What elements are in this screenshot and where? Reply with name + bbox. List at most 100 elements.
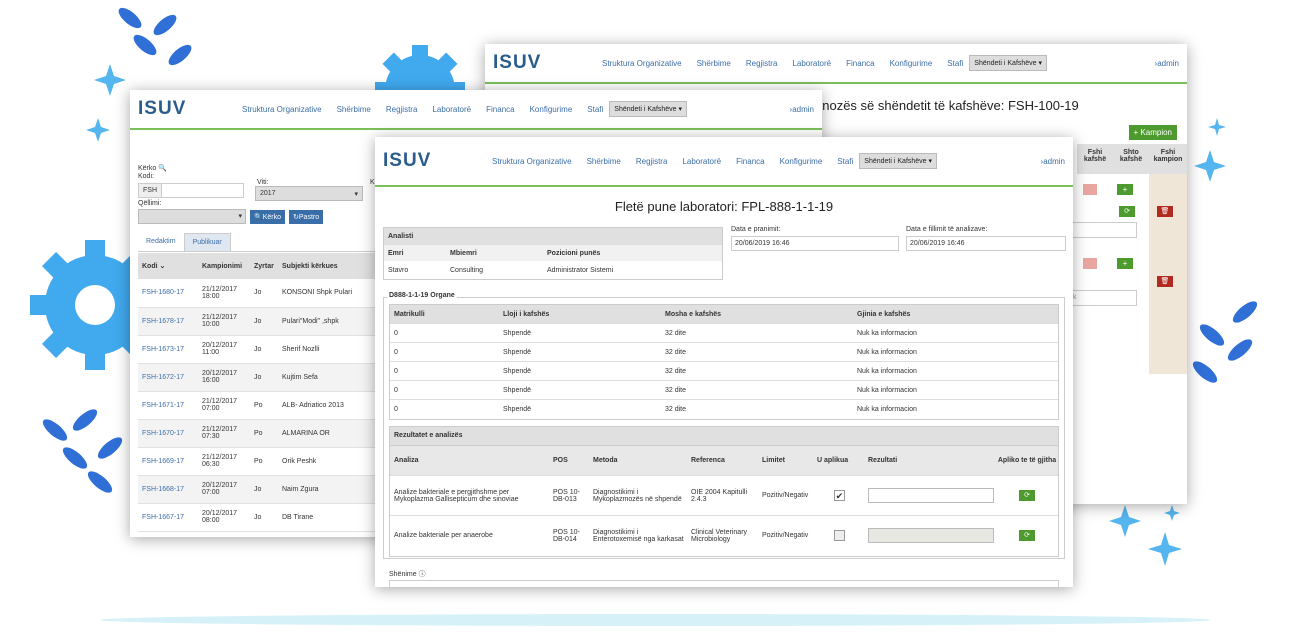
table-row[interactable]: FSH-1668-17 20/12/2017 07:00 Jo Naim Zgura [138, 475, 378, 503]
nav-stafi[interactable]: Stafi [587, 105, 603, 114]
dept-select[interactable]: Shëndeti i Kafshëve ▾ [609, 101, 688, 117]
table-row[interactable]: FSH-1669-17 21/12/2017 06:30 Po Orik Peshk [138, 447, 378, 475]
text-input[interactable] [1069, 222, 1137, 238]
text-input[interactable]: k [1069, 290, 1137, 306]
nav-konfigurime[interactable]: Konfigurime [890, 59, 933, 68]
user-menu[interactable]: ›admin [1155, 59, 1179, 68]
row-subject: ALMARINA OR [282, 429, 330, 437]
refresh-icon[interactable]: ⟳ [1119, 206, 1135, 217]
nav-struktura[interactable]: Struktura Organizative [602, 59, 682, 68]
nav-konfigurime[interactable]: Konfigurime [780, 157, 823, 166]
nav-regjistra[interactable]: Regjistra [386, 105, 418, 114]
trash-icon[interactable]: 🗑 [1157, 276, 1173, 287]
dept-select[interactable]: Shëndeti i Kafshëve ▾ [859, 153, 938, 169]
row-code[interactable]: FSH-1667-17 [138, 503, 202, 531]
row-subject: ALB- Adriatico 2013 [282, 401, 344, 409]
nav-financa[interactable]: Financa [486, 105, 514, 114]
refresh-icon[interactable]: ⟳ [1019, 490, 1035, 501]
search-button[interactable]: 🔍Kërko [250, 209, 286, 224]
nav-sherbime[interactable]: Shërbime [697, 59, 731, 68]
nav-struktura[interactable]: Struktura Organizative [492, 157, 572, 166]
check-icon[interactable]: ✔ [834, 490, 845, 501]
col-mosha: Mosha e kafshës [665, 310, 722, 318]
table-row[interactable]: FSH-1673-17 20/12/2017 11:00 Jo Sherif Nozll… [138, 335, 378, 363]
nav-stafi[interactable]: Stafi [947, 59, 963, 68]
row-matrikulli: 0 [394, 405, 398, 413]
row-subject: Orik Peshk [282, 457, 317, 465]
logo: ISUV [383, 150, 432, 171]
nav-regjistra[interactable]: Regjistra [746, 59, 778, 68]
table-row[interactable]: FSH-1672-17 20/12/2017 16:00 Jo Kujtim Sefa [138, 363, 378, 391]
nav-regjistra[interactable]: Regjistra [636, 157, 668, 166]
logo: ISUV [493, 52, 542, 73]
nav-sherbime[interactable]: Shërbime [337, 105, 371, 114]
table-row[interactable]: FSH-1670-17 21/12/2017 07:30 Po ALMARINA OR [138, 419, 378, 447]
result-input[interactable] [868, 528, 994, 544]
nav-struktura[interactable]: Struktura Organizative [242, 105, 322, 114]
table-row: Analize bakteriale e pergjithshme per My… [390, 475, 1058, 516]
row-zyrtar: Po [254, 401, 263, 409]
row-code[interactable]: FSH-1670-17 [138, 419, 202, 447]
row-code[interactable]: FSH-1673-17 [138, 335, 202, 363]
trash-icon[interactable]: 🗑 [1157, 206, 1173, 217]
nav-laboratore[interactable]: Laboratorë [432, 105, 471, 114]
row-zyrtar: Jo [254, 373, 262, 381]
delete-animal-button[interactable] [1083, 258, 1097, 269]
search-panel: Kërko 🔍 Kodi: Viti: K FSH 2017 ▾ Qëllimi:… [138, 164, 375, 224]
navbar: ISUV Struktura Organizative Shërbime Reg… [375, 137, 1073, 187]
row-subject: Naim Zgura [282, 485, 319, 493]
date-start-input[interactable]: 20/06/2019 16:46 [906, 236, 1066, 251]
col-analiza: Analiza [394, 457, 419, 464]
add-animal-button[interactable]: + [1117, 184, 1133, 195]
dept-select[interactable]: Shëndeti i Kafshëve ▾ [969, 55, 1048, 71]
row-date: 21/12/2017 07:30 [202, 426, 238, 440]
row-pos: POS 10-DB-013 [553, 488, 580, 503]
checkbox[interactable] [834, 530, 845, 542]
nav-sherbime[interactable]: Shërbime [587, 157, 621, 166]
user-menu[interactable]: ›admin [1041, 157, 1065, 166]
page-title: gnozës së shëndetit të kafshëve: FSH-100… [815, 98, 1079, 113]
row-date: 21/12/2017 07:00 [202, 398, 238, 412]
row-mosha: 32 dite [665, 329, 687, 337]
notes-textarea[interactable] [389, 580, 1059, 587]
date-received-input[interactable]: 20/06/2019 16:46 [731, 236, 899, 251]
table-row[interactable]: FSH-1667-17 20/12/2017 08:00 Jo DB Tirane [138, 503, 378, 531]
row-lloji: Shpendë [503, 386, 532, 394]
kodi-field[interactable]: FSH [138, 183, 244, 198]
row-mosha: 32 dite [665, 367, 687, 375]
sort-icon[interactable]: ⌄ [160, 263, 166, 270]
row-code[interactable]: FSH-1671-17 [138, 391, 202, 419]
add-sample-button[interactable]: + Kampion [1128, 125, 1177, 140]
nav-konfigurime[interactable]: Konfigurime [530, 105, 573, 114]
table-row[interactable]: FSH-1678-17 21/12/2017 10:00 Jo Pulari"Modi"… [138, 307, 378, 335]
row-code[interactable]: FSH-1669-17 [138, 447, 202, 475]
row-code[interactable]: FSH-1672-17 [138, 363, 202, 391]
col-kodi[interactable]: Kodi ⌄ [138, 253, 202, 279]
result-input[interactable] [868, 488, 994, 503]
user-menu[interactable]: ›admin [790, 105, 814, 114]
navbar: ISUV Struktura Organizative Shërbime Reg… [485, 44, 1187, 84]
clear-button[interactable]: ↻Pastro [289, 209, 324, 224]
nav-financa[interactable]: Financa [846, 59, 874, 68]
nav-laboratore[interactable]: Laboratorë [792, 59, 831, 68]
delete-animal-button[interactable] [1083, 184, 1097, 195]
notes-label: Shënime ⓘ [389, 571, 426, 578]
year-select[interactable]: 2017 ▾ [255, 186, 363, 201]
row-date: 20/12/2017 07:00 [202, 482, 238, 496]
table-row[interactable]: FSH-1671-17 21/12/2017 07:00 Po ALB- Adriati… [138, 391, 378, 419]
refresh-icon[interactable]: ⟳ [1019, 530, 1035, 542]
row-code[interactable]: FSH-1668-17 [138, 475, 202, 503]
page-title: Fletë pune laboratori: FPL-888-1-1-19 [614, 199, 834, 214]
row-code[interactable]: FSH-1678-17 [138, 307, 202, 335]
add-animal-button[interactable]: + [1117, 258, 1133, 269]
nav-stafi[interactable]: Stafi [837, 157, 853, 166]
qellimi-select[interactable]: ▾ [138, 209, 246, 224]
row-lloji: Shpendë [503, 367, 532, 375]
tab-redaktim[interactable]: Redaktim [138, 233, 184, 251]
nav-laboratore[interactable]: Laboratorë [682, 157, 721, 166]
col-gjinia: Gjinia e kafshës [857, 310, 911, 318]
row-code[interactable]: FSH-1680-17 [138, 279, 202, 307]
nav-financa[interactable]: Financa [736, 157, 764, 166]
tab-publikuar[interactable]: Publikuar [183, 233, 231, 251]
table-row[interactable]: FSH-1680-17 21/12/2017 18:00 Jo KONSONI Shpk… [138, 279, 378, 307]
